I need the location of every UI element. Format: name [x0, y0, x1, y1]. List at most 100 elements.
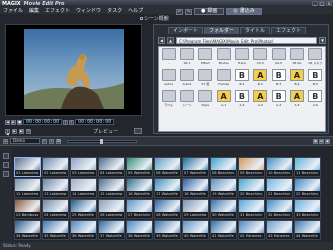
storyboard-clip[interactable]: 30 Waterlife: [210, 199, 237, 219]
storyboard-clip[interactable]: 01 Lakeview: [14, 157, 41, 177]
file-item[interactable]: Trans: [233, 48, 250, 68]
slider-handle[interactable]: [100, 138, 103, 144]
storyboard-clip[interactable]: 04 Lakeview: [98, 157, 125, 177]
storyboard-clip[interactable]: 32 Beachinv: [266, 199, 293, 219]
tab-effects[interactable]: エフェクト: [271, 27, 307, 34]
fullscreen-icon[interactable]: [134, 128, 142, 134]
tab-burn[interactable]: ◎ 書込み: [226, 8, 262, 15]
storyboard-clip[interactable]: 40 Waterlife: [182, 220, 209, 240]
prev-frame-icon[interactable]: |◀: [5, 128, 10, 135]
storyboard-clip[interactable]: 13 Lakeview: [42, 178, 69, 198]
rewind-icon[interactable]: ◀: [5, 119, 10, 125]
menu-tasks[interactable]: タスク: [104, 7, 125, 14]
scene-view-icon[interactable]: ▣: [325, 138, 330, 144]
file-item[interactable]: ラベル: [160, 90, 177, 110]
marker-in-icon[interactable]: [: [63, 119, 69, 125]
zoom-slider[interactable]: [67, 138, 137, 144]
storyboard-clip[interactable]: 06 Waterlife: [154, 157, 181, 177]
storyboard-clip[interactable]: 42 Fisheries: [238, 220, 265, 240]
next-frame-icon[interactable]: ▶|: [19, 128, 24, 134]
storyboard-clip[interactable]: 39 Waterlife: [154, 220, 181, 240]
file-item[interactable]: B B-1: [233, 69, 250, 89]
file-item[interactable]: A A-1: [215, 90, 232, 110]
file-item[interactable]: B A-2: [233, 90, 250, 110]
menu-edit[interactable]: 編集: [26, 7, 42, 14]
path-input[interactable]: C:\Program Files\MAGIX\Movie_Edit_Pro\Ph…: [176, 36, 317, 44]
dropdown-icon[interactable]: ▼: [319, 36, 326, 44]
storyboard-clip[interactable]: 18 Waterlife: [182, 178, 209, 198]
close-icon[interactable]: ×: [326, 1, 332, 6]
loop-icon[interactable]: ↻: [26, 128, 31, 134]
menu-effects[interactable]: エフェクト: [42, 7, 73, 14]
tab-import[interactable]: インポート: [168, 27, 204, 34]
timeline-view-icon[interactable]: ▤: [319, 138, 324, 144]
file-item[interactable]: B B-3: [270, 69, 287, 89]
tab-title[interactable]: タイトル: [240, 27, 271, 34]
storyboard-clip[interactable]: 09 Beachinv: [238, 157, 265, 177]
storyboard-clip[interactable]: 05 Waterlife: [126, 157, 153, 177]
file-item[interactable]: A A-5: [288, 90, 305, 110]
storyboard-clip[interactable]: 43 Fisheries: [266, 220, 293, 240]
storyboard-clip[interactable]: 41 Waterlife: [210, 220, 237, 240]
storyboard-clip[interactable]: 15 Lakeview: [98, 178, 125, 198]
tab-record[interactable]: ● 録画: [194, 8, 225, 15]
arrange-icon[interactable]: ≡: [3, 138, 8, 144]
storyboard-clip[interactable]: 12 Lakeview: [14, 178, 41, 198]
storyboard-clip[interactable]: 38 Waterlife: [126, 220, 153, 240]
file-item[interactable]: 04-5: [270, 48, 287, 68]
undo-icon[interactable]: ↶: [176, 8, 183, 15]
file-item[interactable]: B A-4: [270, 90, 287, 110]
storyboard-clip[interactable]: 20 Beachinv: [238, 178, 265, 198]
storyboard-clip[interactable]: 08 Beachinv: [210, 157, 237, 177]
play-button-icon[interactable]: ▶: [12, 128, 17, 134]
play-icon[interactable]: ▶: [11, 119, 16, 125]
storyboard-clip[interactable]: 17 Waterlife: [154, 178, 181, 198]
file-item[interactable]: B A-6: [307, 90, 324, 110]
scene-overview-toggle[interactable]: シーン概観: [140, 15, 169, 22]
file-item[interactable]: Effect: [197, 48, 214, 68]
storyboard-clip[interactable]: 14 Lakeview: [70, 178, 97, 198]
file-item[interactable]: A A-3: [252, 90, 269, 110]
storyboard-clip[interactable]: 11 Beachinv: [294, 157, 321, 177]
file-item[interactable]: Auto1: [160, 69, 177, 89]
storyboard-clip[interactable]: 10 Beachinv: [266, 157, 293, 177]
file-item[interactable]: 07 風: [197, 69, 214, 89]
file-item[interactable]: Frames: [215, 69, 232, 89]
settings-icon[interactable]: [3, 171, 9, 177]
menu-window[interactable]: ウィンドウ: [73, 7, 104, 14]
storyboard-clip[interactable]: 24 Lakeview: [42, 199, 69, 219]
list-icon[interactable]: [3, 162, 9, 168]
file-item[interactable]: ..: [160, 48, 177, 68]
storyboard-clip[interactable]: 03 Lakeview: [70, 157, 97, 177]
redo-icon[interactable]: ↷: [185, 8, 192, 15]
minimize-icon[interactable]: _: [312, 1, 318, 6]
file-item[interactable]: Auto2: [178, 69, 195, 89]
storyboard-clip[interactable]: 07 Waterlife: [182, 157, 209, 177]
storyboard-clip[interactable]: 27 Beachinv: [126, 199, 153, 219]
marker-out-icon[interactable]: ]: [69, 119, 75, 125]
storyboard-clip[interactable]: 35 Waterlife: [42, 220, 69, 240]
back-icon[interactable]: ◀: [158, 36, 165, 44]
storyboard-clip[interactable]: 37 Waterlife: [98, 220, 125, 240]
project-dropdown[interactable]: Demo: [10, 138, 40, 144]
delete-icon[interactable]: ×: [49, 138, 54, 144]
storyboard-clip[interactable]: 22 Beachinv: [294, 178, 321, 198]
storyboard-clip[interactable]: 19 Waterlife: [210, 178, 237, 198]
menu-file[interactable]: ファイル: [0, 7, 26, 14]
grid-icon[interactable]: [3, 153, 9, 159]
storyboard-clip[interactable]: 25 Waterlife: [70, 199, 97, 219]
storyboard-view-icon[interactable]: ▦: [313, 138, 318, 144]
storyboard-clip[interactable]: 28 Waterlife: [154, 199, 181, 219]
storyboard-clip[interactable]: 31 Beachinv: [238, 199, 265, 219]
scissors-icon[interactable]: ✂: [42, 138, 47, 144]
storyboard-clip[interactable]: 36 Waterlife: [70, 220, 97, 240]
file-item[interactable]: Style: [197, 90, 214, 110]
file-item[interactable]: B B-5: [307, 69, 324, 89]
storyboard-clip[interactable]: 23 Bambuss: [14, 199, 41, 219]
maximize-icon[interactable]: □: [319, 1, 325, 6]
file-item[interactable]: シーン: [178, 90, 195, 110]
storyboard-clip[interactable]: 02 Lakeview: [42, 157, 69, 177]
storyboard-clip[interactable]: 44 Waterlife: [294, 220, 321, 240]
file-item[interactable]: Photos: [215, 48, 232, 68]
storyboard-clip[interactable]: 16 Waterlife: [126, 178, 153, 198]
